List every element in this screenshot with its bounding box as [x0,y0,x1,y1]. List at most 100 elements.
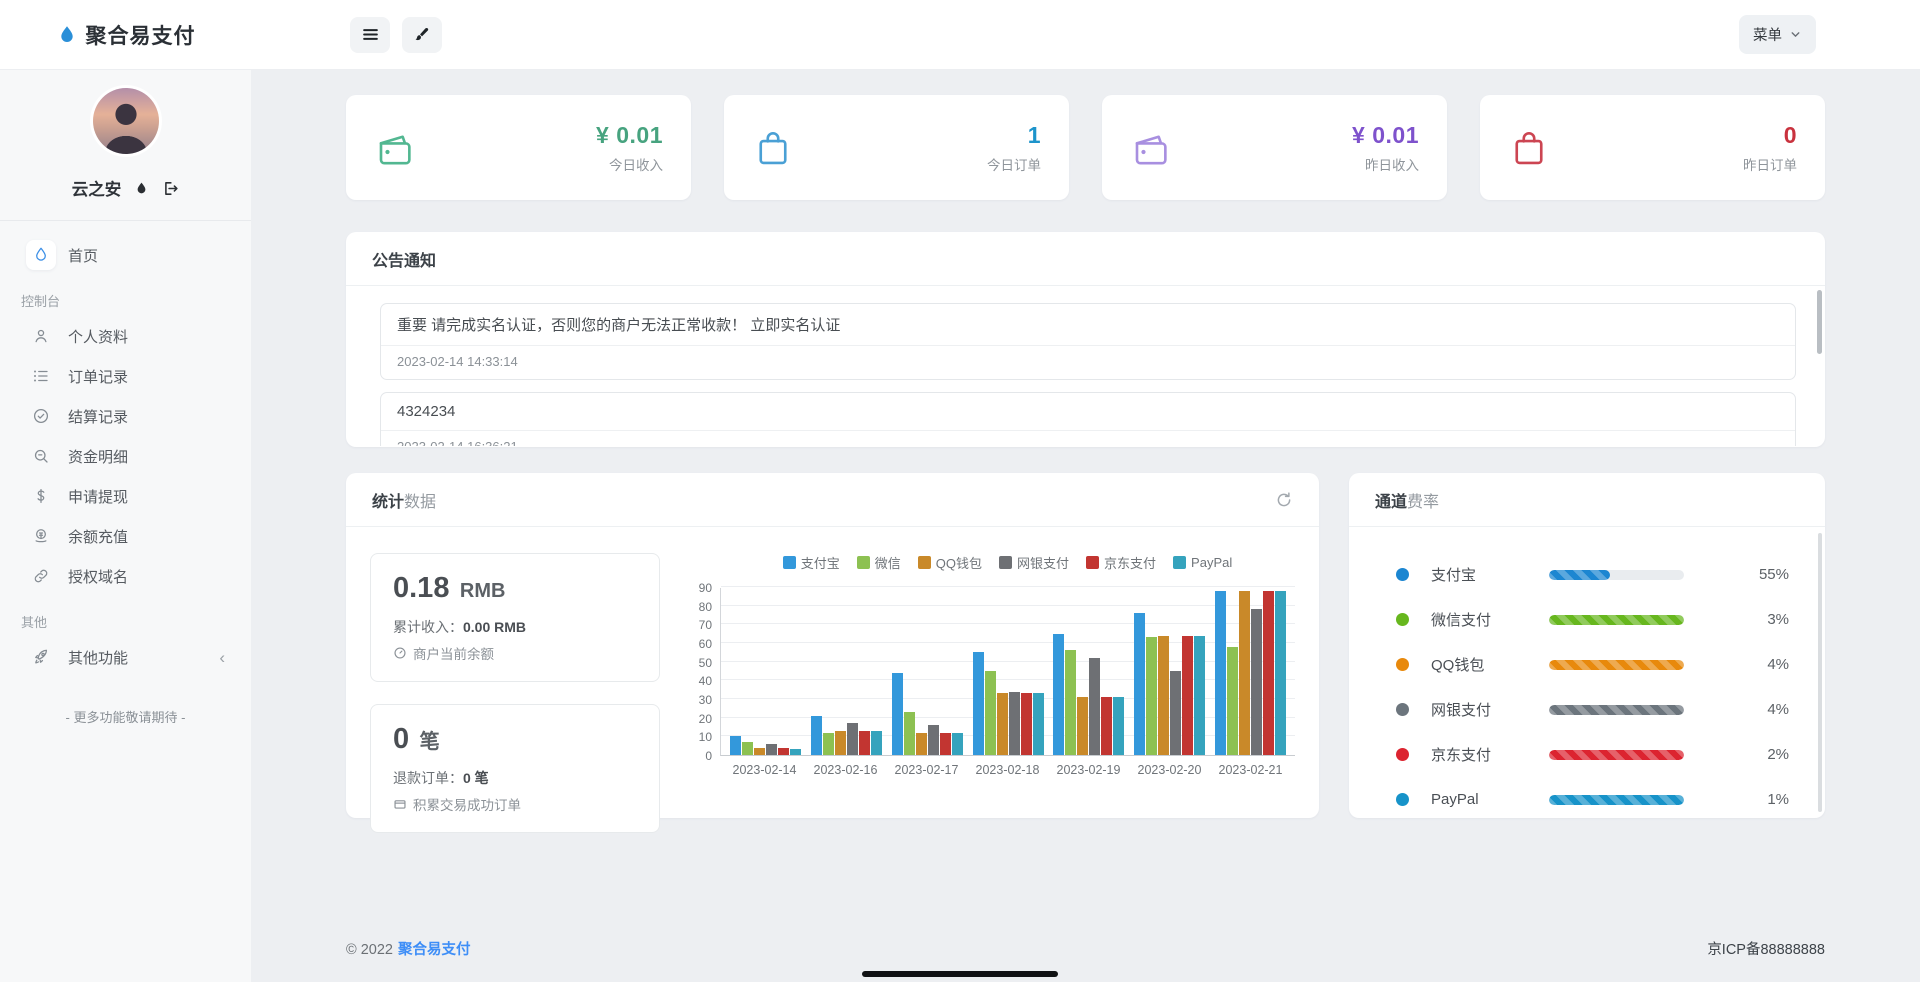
legend-item[interactable]: 网银支付 [999,553,1069,572]
footer-brand-link[interactable]: 聚合易支付 [398,942,471,958]
legend-item[interactable]: 支付宝 [783,553,840,572]
stat-label: 昨日订单 [1743,154,1797,174]
bar [754,748,765,755]
sidebar-item-profile[interactable]: 个人资料 [0,316,251,356]
sidebar-nav: 首页控制台个人资料订单记录结算记录资金明细申请提现余额充值授权域名其他其他功能‹ [0,235,251,677]
refund-value: 0 [393,723,409,755]
sidebar-item-recharge[interactable]: 余额充值 [0,516,251,556]
sidebar-item-domains[interactable]: 授权域名 [0,556,251,596]
sidebar-footnote: - 更多功能敬请期待 - [0,707,251,726]
link-icon [26,561,56,591]
page-footer: © 2022聚合易支付 京ICP备88888888 [346,938,1825,959]
main-content: ¥ 0.01今日收入 1 今日订单 ¥ 0.01昨日收入 0 昨日订单 公告通知 重要 请… [251,70,1920,982]
bar [892,673,903,755]
sidebar-item-funds[interactable]: 资金明细 [0,436,251,476]
icp-number: 京ICP备88888888 [1707,938,1825,959]
legend-item[interactable]: QQ钱包 [918,553,982,572]
bar [1251,609,1262,755]
channel-row: 网银支付4% [1396,687,1789,732]
rocket-icon [26,642,56,672]
theme-brush-button[interactable] [402,17,442,53]
stat-card-today-orders: 1 今日订单 [724,95,1069,200]
logout-icon[interactable] [162,180,179,197]
announcements-list[interactable]: 重要 请完成实名认证，否则您的商户无法正常收款！ 立即实名认证2023-02-1… [346,286,1825,446]
bar [1033,693,1044,755]
bar [985,671,996,755]
chart-y-axis: 0102030405060708090 [690,588,720,756]
bar [997,693,1008,755]
hamburger-icon [361,25,380,44]
legend-item[interactable]: PayPal [1173,553,1232,572]
bar [1239,591,1250,755]
channel-rates-card: 通道 费率 支付宝55%微信支付3%QQ钱包4%网银支付4%京东支付2%PayP… [1349,473,1825,818]
legend-item[interactable]: 微信 [857,553,901,572]
dollar-icon [26,481,56,511]
menu-button-label: 菜单 [1753,24,1782,45]
bar [1158,636,1169,755]
channel-name: 网银支付 [1431,699,1549,720]
bar [790,749,801,755]
channel-rate: 2% [1767,746,1789,763]
bar [1227,647,1238,755]
stat-card-yesterday-income: ¥ 0.01昨日收入 [1102,95,1447,200]
bar [1215,591,1226,755]
drop-icon[interactable] [134,181,149,196]
sidebar-section-label: 控制台 [0,275,251,316]
user-icon [26,321,56,351]
bar [823,733,834,755]
stat-label: 今日订单 [987,154,1041,174]
wallet-icon [374,127,416,169]
channel-row: 京东支付 2% [1396,732,1789,777]
stats-row: ¥ 0.01今日收入1今日订单¥ 0.01昨日收入0昨日订单 [346,95,1825,200]
chart-legend: 支付宝微信 QQ钱包网银支付京东支付 PayPal [720,553,1295,572]
channel-dot [1396,748,1409,761]
scrollbar-thumb[interactable] [1817,290,1822,354]
chart-plot-area [720,588,1295,756]
notice-item[interactable]: 重要 请完成实名认证，否则您的商户无法正常收款！ 立即实名认证2023-02-1… [380,303,1796,380]
legend-item[interactable]: 京东支付 [1086,553,1156,572]
bar [1089,658,1100,755]
channel-dot [1396,568,1409,581]
bar [1077,697,1088,755]
bar [1053,634,1064,755]
channel-rate: 55% [1759,566,1789,583]
bar [859,731,870,755]
stat-card-today-income: ¥ 0.01今日收入 [346,95,691,200]
bar [1263,591,1274,755]
folder-icon [393,797,407,811]
bar [928,725,939,755]
sidebar-item-home[interactable]: 首页 [0,235,251,275]
channel-row: PayPal1% [1396,777,1789,822]
revenue-bar-chart: 支付宝微信 QQ钱包网银支付京东支付 PayPal 0102030405060708… [690,553,1295,833]
channel-name: 支付宝 [1431,564,1549,585]
channel-rate: 3% [1767,611,1789,628]
bar [916,733,927,755]
chevron-left-icon: ‹ [219,649,225,666]
bar [1009,692,1020,755]
channel-row: QQ钱包4% [1396,642,1789,687]
notice-text: 重要 请完成实名认证，否则您的商户无法正常收款！ 立即实名认证 [381,304,1795,346]
channel-name: 京东支付 [1431,744,1549,765]
notice-item[interactable]: 43242342023-02-14 16:36:21 [380,392,1796,446]
stat-value: 1 [987,122,1041,149]
avatar[interactable] [93,88,159,154]
refresh-icon[interactable] [1275,491,1293,509]
menu-button[interactable]: 菜单 [1739,15,1816,54]
bar [1194,636,1205,755]
stat-value: ¥ 0.01 [596,122,663,149]
bar [1134,613,1145,755]
sidebar-item-withdraw[interactable]: 申请提现 [0,476,251,516]
bar [940,733,951,755]
bar [973,652,984,755]
balance-summary-card: 0.18 RMB 累计收入：0.00 RMB 商户当前余额 [370,553,660,682]
bar [742,742,753,755]
sidebar-item-other-features[interactable]: 其他功能‹ [0,637,251,677]
bar [1101,697,1112,755]
sidebar-item-settlement[interactable]: 结算记录 [0,396,251,436]
list-icon [26,361,56,391]
sidebar-item-orders[interactable]: 订单记录 [0,356,251,396]
channel-name: 微信支付 [1431,609,1549,630]
bar [811,716,822,755]
announcements-card: 公告通知 重要 请完成实名认证，否则您的商户无法正常收款！ 立即实名认证2023… [346,232,1825,447]
sidebar-toggle-button[interactable] [350,17,390,53]
